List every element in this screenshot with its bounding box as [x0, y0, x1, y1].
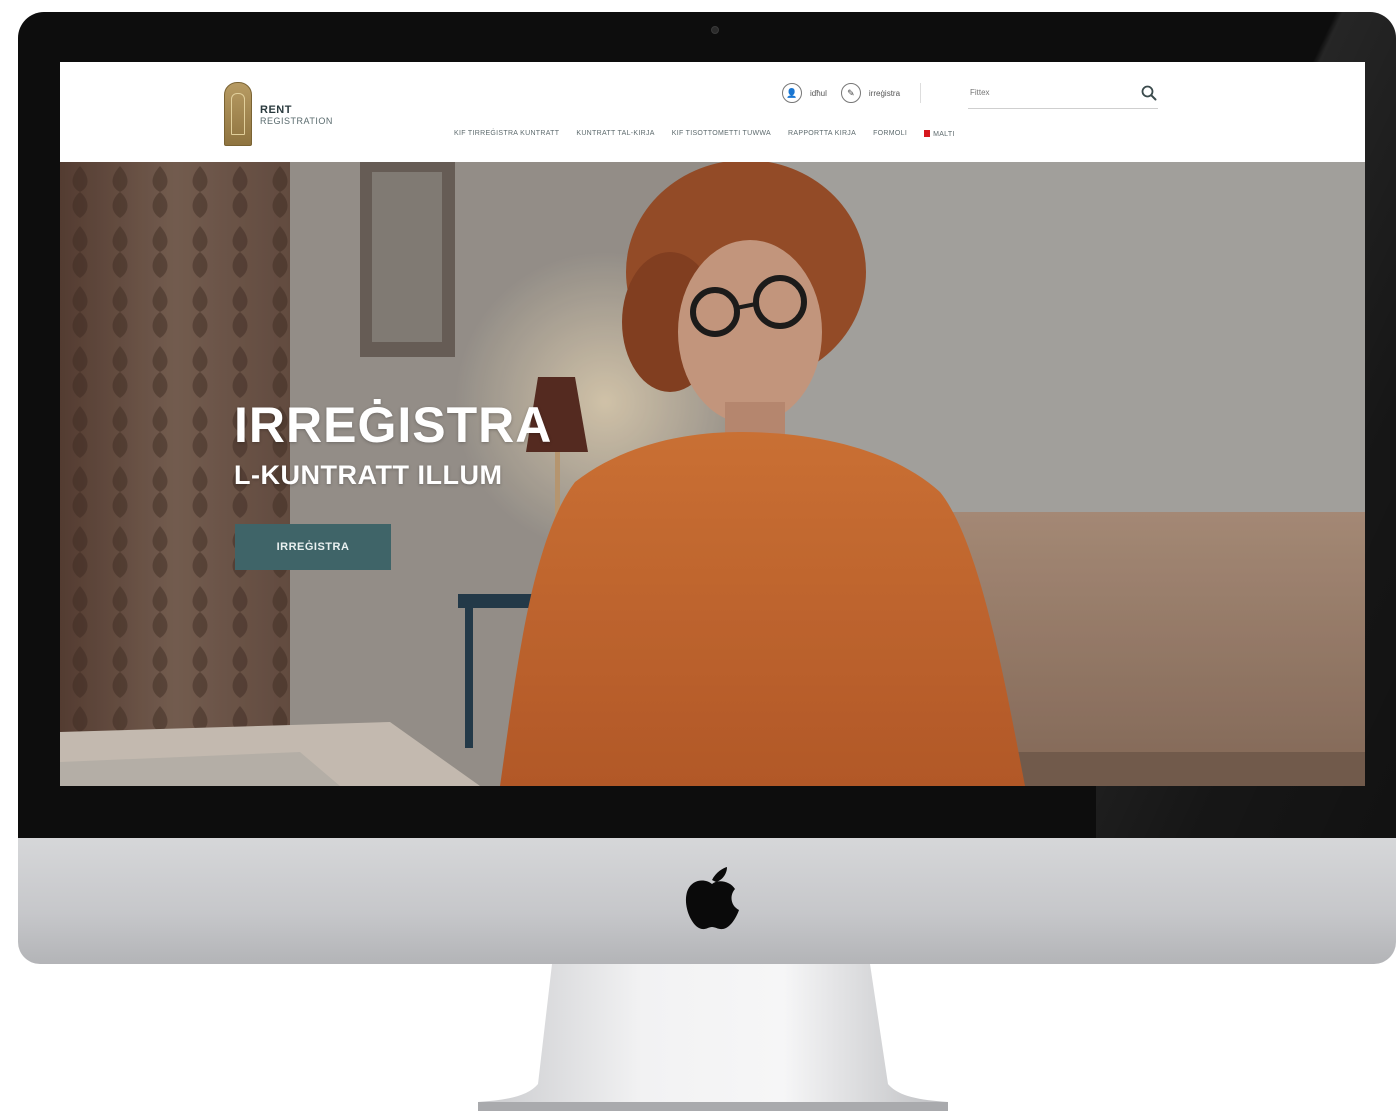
hero-title: IRREĠISTRA [234, 397, 553, 453]
register-cta-button[interactable]: IRREĠISTRA [235, 524, 391, 570]
logo-text-registration: REGISTRATION [260, 116, 333, 126]
register-link[interactable]: irreġistra [869, 89, 900, 98]
nav-lease-contract[interactable]: KUNTRATT TAL-KIRJA [576, 130, 654, 138]
login-link[interactable]: idħul [810, 89, 827, 98]
monitor-stand [478, 964, 948, 1111]
search-input[interactable] [968, 80, 1122, 104]
nav-submit[interactable]: KIF TISOTTOMETTI TUWWA [672, 130, 771, 138]
logo-text-rent: RENT [260, 104, 292, 116]
search-box [968, 80, 1158, 109]
site-header: RENT REGISTRATION 👤 idħul ✎ irreġistra K… [60, 62, 1365, 162]
camera [711, 26, 719, 34]
nav-forms[interactable]: FORMOLI [873, 130, 907, 138]
screen: RENT REGISTRATION 👤 idħul ✎ irreġistra K… [60, 62, 1365, 786]
search-icon[interactable] [1140, 84, 1158, 102]
register-icon[interactable]: ✎ [840, 83, 861, 103]
nav-how-to-register[interactable]: KIF TIRREĠISTRA KUNTRATT [454, 130, 559, 138]
door-logo-icon [224, 82, 252, 146]
nav-report[interactable]: RAPPORTTA KIRJA [788, 130, 856, 138]
hero-subtitle: L-KUNTRATT ILLUM [234, 460, 503, 490]
nav-language-label: MALTI [933, 131, 955, 138]
site-logo[interactable]: RENT REGISTRATION [224, 76, 374, 148]
login-icon[interactable]: 👤 [782, 83, 802, 103]
utility-divider [920, 83, 922, 103]
hero-banner: IRREĠISTRA L-KUNTRATT ILLUM IRREĠISTRA [60, 162, 1365, 786]
malta-flag-icon [924, 130, 931, 137]
utility-links: 👤 idħul ✎ irreġistra [782, 82, 922, 104]
apple-logo [685, 867, 739, 930]
main-nav: KIF TIRREĠISTRA KUNTRATT KUNTRATT TAL-KI… [454, 130, 955, 138]
nav-language[interactable]: MALTI [924, 130, 955, 138]
